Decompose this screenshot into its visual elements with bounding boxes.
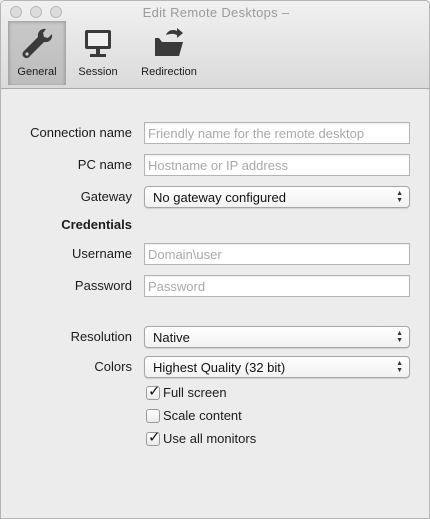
title-toolbar: Edit Remote Desktops – General Session R… [1, 1, 429, 89]
edit-remote-desktops-window: Edit Remote Desktops – General Session R… [0, 0, 430, 519]
tab-general[interactable]: General [8, 21, 66, 85]
wrench-icon [19, 26, 55, 63]
colors-select[interactable]: Highest Quality (32 bit) ▲ ▼ [144, 356, 410, 378]
password-label: Password [74, 278, 132, 293]
tab-redirection[interactable]: Redirection [132, 21, 206, 85]
stepper-arrows-icon: ▲ ▼ [396, 360, 403, 374]
monitor-icon [81, 26, 115, 63]
full-screen-checkbox[interactable]: ✓ [146, 383, 161, 400]
use-all-monitors-label: Use all monitors [163, 431, 257, 446]
connection-name-input[interactable] [144, 122, 410, 144]
window-title: Edit Remote Desktops – [142, 5, 290, 20]
stepper-arrows-icon: ▲ ▼ [396, 190, 403, 204]
scale-content-label: Scale content [163, 408, 242, 423]
resolution-select-value: Native [153, 330, 190, 345]
resolution-select[interactable]: Native ▲ ▼ [144, 326, 410, 348]
tab-session-label: Session [78, 66, 118, 78]
gateway-select-value: No gateway configured [153, 190, 286, 205]
use-all-monitors-checkbox[interactable]: ✓ [146, 429, 161, 446]
pc-name-label: PC name [77, 157, 132, 172]
connection-name-label: Connection name [30, 125, 132, 140]
pc-name-input[interactable] [144, 154, 410, 176]
tab-session[interactable]: Session [70, 21, 126, 85]
folder-redirect-icon [152, 26, 186, 63]
tab-general-label: General [17, 66, 57, 78]
scale-content-checkbox[interactable] [146, 409, 160, 423]
resolution-label: Resolution [70, 329, 132, 344]
stepper-arrows-icon: ▲ ▼ [396, 330, 403, 344]
tab-redirection-label: Redirection [141, 66, 197, 78]
gateway-label: Gateway [80, 189, 132, 204]
checkmark-icon: ✓ [148, 429, 161, 446]
full-screen-label: Full screen [163, 385, 227, 400]
username-input[interactable] [144, 243, 410, 265]
gateway-select[interactable]: No gateway configured ▲ ▼ [144, 186, 410, 208]
checkmark-icon: ✓ [148, 383, 161, 400]
username-label: Username [72, 246, 132, 261]
password-input[interactable] [144, 275, 410, 297]
colors-label: Colors [94, 359, 132, 374]
credentials-heading: Credentials [61, 217, 132, 232]
colors-select-value: Highest Quality (32 bit) [153, 360, 286, 375]
